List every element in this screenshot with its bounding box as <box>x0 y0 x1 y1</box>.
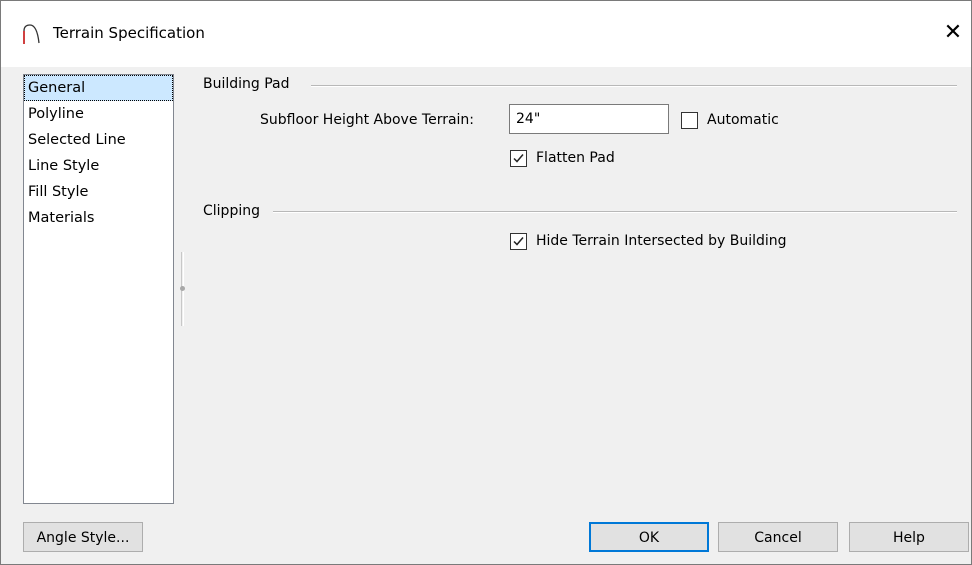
subfloor-height-label: Subfloor Height Above Terrain: <box>260 112 475 128</box>
sidebar-item-line-style[interactable]: Line Style <box>24 153 173 179</box>
building-pad-group-label: Building Pad <box>203 76 290 92</box>
sidebar-item-materials[interactable]: Materials <box>24 205 173 231</box>
cancel-button[interactable]: Cancel <box>718 522 838 552</box>
hide-terrain-label[interactable]: Hide Terrain Intersected by Building <box>536 233 787 249</box>
title-bar: Terrain Specification ✕ <box>1 1 971 67</box>
arch-curve-icon <box>21 23 41 45</box>
splitter-grip[interactable] <box>180 286 185 291</box>
checkmark-icon <box>513 237 524 246</box>
sidebar-item-selected-line[interactable]: Selected Line <box>24 127 173 153</box>
building-pad-divider <box>311 85 957 87</box>
terrain-specification-dialog: Terrain Specification ✕ General Polyline… <box>0 0 972 565</box>
sidebar-item-polyline[interactable]: Polyline <box>24 101 173 127</box>
checkmark-icon <box>513 154 524 163</box>
flatten-pad-checkbox[interactable] <box>510 150 527 167</box>
automatic-checkbox[interactable] <box>681 112 698 129</box>
angle-style-button[interactable]: Angle Style... <box>23 522 143 552</box>
hide-terrain-checkbox[interactable] <box>510 233 527 250</box>
clipping-divider <box>273 211 957 213</box>
window-title: Terrain Specification <box>53 24 205 42</box>
category-list: General Polyline Selected Line Line Styl… <box>23 74 174 504</box>
clipping-group-label: Clipping <box>203 203 260 219</box>
sidebar-item-fill-style[interactable]: Fill Style <box>24 179 173 205</box>
flatten-pad-label[interactable]: Flatten Pad <box>536 150 615 166</box>
close-icon[interactable]: ✕ <box>939 19 967 47</box>
subfloor-height-input[interactable] <box>509 104 669 134</box>
automatic-label[interactable]: Automatic <box>707 112 779 128</box>
sidebar-item-general[interactable]: General <box>24 75 173 101</box>
help-button[interactable]: Help <box>849 522 969 552</box>
ok-button[interactable]: OK <box>589 522 709 552</box>
